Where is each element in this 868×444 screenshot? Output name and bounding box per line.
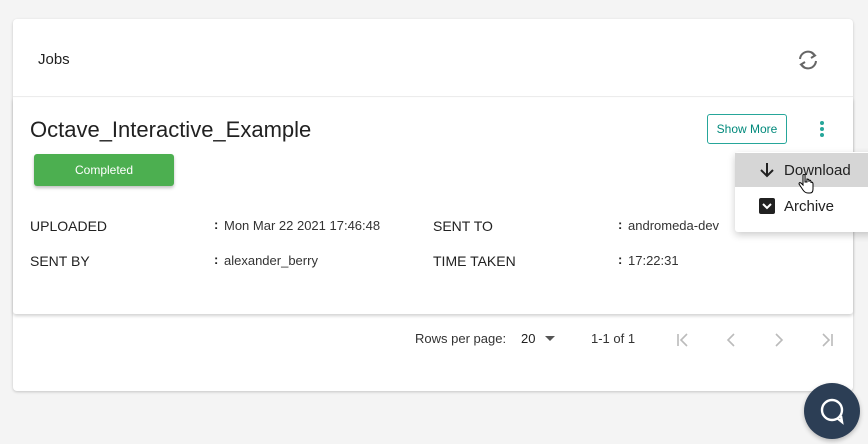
show-more-button[interactable]: Show More (707, 114, 787, 144)
field-separator: : (214, 252, 219, 267)
uploaded-value: Mon Mar 22 2021 17:46:48 (224, 218, 381, 233)
previous-page-button[interactable] (720, 329, 742, 351)
next-page-button[interactable] (768, 329, 790, 351)
hand-cursor-icon (798, 174, 814, 194)
more-options-button[interactable] (813, 118, 831, 140)
rows-per-page-select[interactable]: 20 (521, 331, 556, 346)
first-page-icon (677, 333, 688, 347)
rows-per-page-value: 20 (521, 331, 536, 346)
field-separator: : (214, 217, 219, 232)
field-separator: : (618, 217, 623, 232)
jobs-panel: Jobs Octave_Interactive_Example Complete… (13, 19, 853, 391)
sent-by-label: SENT BY (30, 253, 90, 269)
chat-support-button[interactable] (804, 383, 860, 439)
menu-item-archive[interactable]: Archive (735, 189, 868, 223)
menu-item-label: Download (784, 161, 851, 179)
chevron-left-icon (726, 333, 735, 347)
chevron-down-icon (545, 336, 556, 341)
refresh-button[interactable] (795, 48, 821, 72)
uploaded-label: UPLOADED (30, 218, 108, 234)
time-taken-value: 17:22:31 (628, 253, 679, 268)
status-badge: Completed (34, 154, 174, 186)
time-taken-label: TIME TAKEN (433, 253, 516, 269)
page-title: Jobs (38, 51, 70, 68)
job-card: Octave_Interactive_Example Completed Sho… (13, 98, 853, 314)
pagination-range: 1-1 of 1 (591, 331, 636, 346)
chevron-right-icon (775, 333, 784, 347)
jobs-header: Jobs (13, 19, 853, 97)
first-page-button[interactable] (672, 329, 694, 351)
menu-item-label: Archive (784, 197, 835, 215)
sent-to-value: andromeda-dev (628, 218, 720, 233)
kebab-dot (820, 127, 824, 131)
kebab-dot (820, 133, 824, 137)
sent-by-value: alexander_berry (224, 253, 318, 268)
rows-per-page-label: Rows per page: (415, 331, 507, 346)
last-page-icon (822, 333, 833, 347)
refresh-icon (799, 50, 817, 70)
download-arrow-icon (756, 159, 778, 181)
last-page-button[interactable] (816, 329, 838, 351)
field-separator: : (618, 252, 623, 267)
sent-to-label: SENT TO (433, 218, 493, 234)
chat-bubble-icon (820, 398, 844, 425)
job-name: Octave_Interactive_Example (30, 117, 312, 142)
archive-box-icon (756, 195, 778, 217)
kebab-dot (820, 121, 824, 125)
